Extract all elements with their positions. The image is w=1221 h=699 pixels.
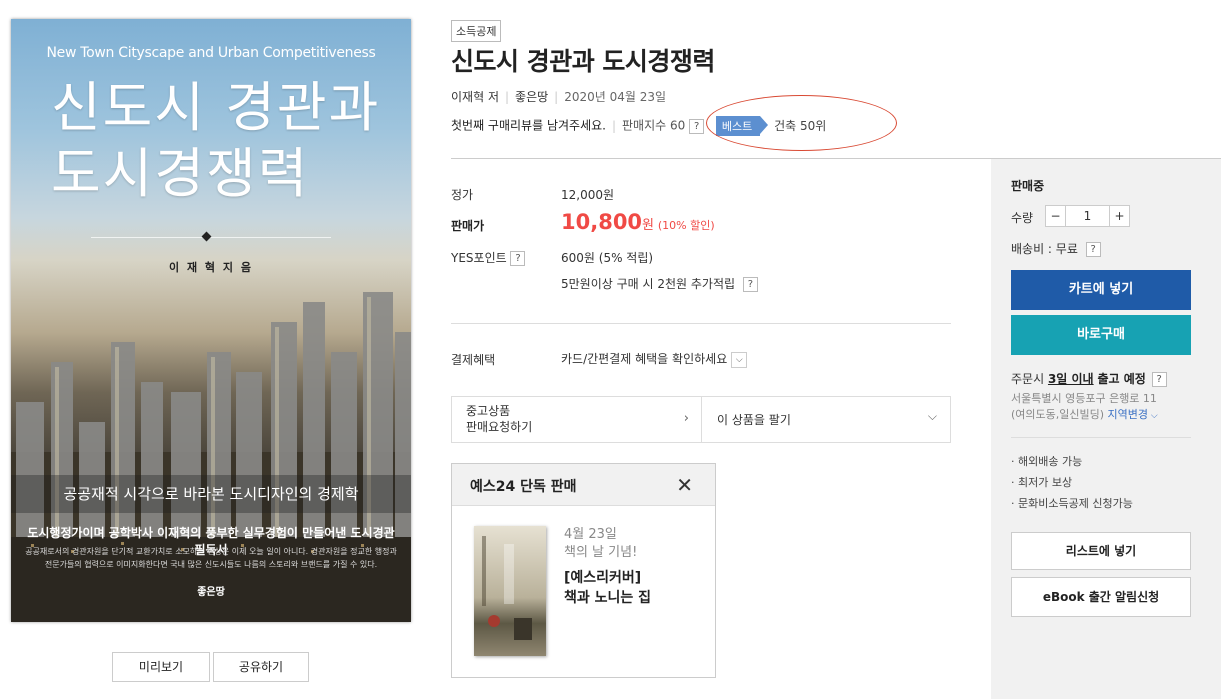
sell-item-text: 이 상품을 팔기 <box>717 413 791 427</box>
feature-item: · 해외배송 가능 <box>1011 455 1083 468</box>
address-line1: 서울특별시 영등포구 은행로 11 <box>1011 392 1157 405</box>
chevron-down-icon: ⌵ <box>927 409 937 423</box>
feature-item: · 최저가 보상 <box>1011 476 1073 489</box>
sale-price: 10,800원 (10% 할인) <box>561 210 715 234</box>
delivery-estimate: 주문시 3일 이내 출고 예정 ? <box>1011 370 1191 387</box>
book-cover-image[interactable]: New Town Cityscape and Urban Competitive… <box>11 19 411 622</box>
publish-date: 2020년 04월 23일 <box>564 90 667 104</box>
city-skyline-illustration <box>11 292 411 622</box>
shipping-fee-text: 배송비 : 무료 <box>1011 242 1078 256</box>
add-to-list-button[interactable]: 리스트에 넣기 <box>1011 532 1191 570</box>
quantity-minus-button[interactable]: − <box>1046 206 1066 226</box>
points-value: 600원 (5% 적립) <box>561 251 654 265</box>
cover-author: 이 재 혁 지 음 <box>169 261 253 274</box>
highlight-annotation-oval <box>706 95 897 151</box>
preview-button[interactable]: 미리보기 <box>112 652 210 682</box>
shipping-help-icon[interactable]: ? <box>1085 242 1101 257</box>
used-goods-box: 중고상품 판매요청하기 › 이 상품을 팔기 ⌵ <box>451 396 951 443</box>
panel-divider <box>1011 437 1191 438</box>
product-title: 신도시 경관과 도시경쟁력 <box>451 47 715 76</box>
review-prompt-link[interactable]: 첫번째 구매리뷰를 남겨주세요. <box>451 119 606 133</box>
close-icon[interactable]: ✕ <box>676 475 693 495</box>
purchase-panel: 판매중 수량 − 1 + 배송비 : 무료 ? 카트에 넣기 바로구매 주문시 … <box>991 158 1221 699</box>
author-link[interactable]: 이재혁 <box>451 90 484 104</box>
list-price-value: 12,000원 <box>561 188 615 202</box>
share-button[interactable]: 공유하기 <box>213 652 309 682</box>
chevron-right-icon: › <box>683 411 689 426</box>
payment-benefit[interactable]: 카드/간편결제 혜택을 확인하세요 ⌵ <box>561 350 748 368</box>
exclusive-sale-box: 예스24 단독 판매 ✕ 4월 23일 책의 날 기념! [예스리커버] 책과 … <box>451 463 716 678</box>
points-extra-help-icon[interactable]: ? <box>742 277 758 292</box>
cover-diamond-ornament <box>201 231 212 242</box>
buy-now-button[interactable]: 바로구매 <box>1011 315 1191 355</box>
shipping-fee: 배송비 : 무료 ? <box>1011 240 1191 257</box>
points-extra: 5만원이상 구매 시 2천원 추가적립 ? <box>561 275 758 292</box>
cover-blurb: 공공재로서의 경관자원을 단기적 교환가치로 소모하는 현상은 이제 오늘 일이… <box>25 547 397 569</box>
points-label-text: YES포인트 <box>451 251 507 265</box>
recover-book-thumbnail[interactable] <box>474 526 546 656</box>
sale-status: 판매중 <box>1011 179 1045 193</box>
payment-benefit-text: 카드/간편결제 혜택을 확인하세요 <box>561 352 728 366</box>
list-price-label: 정가 <box>451 188 474 202</box>
exclusive-item-line2: 책과 노니는 집 <box>564 590 652 606</box>
exclusive-item-link[interactable]: [예스리커버] 책과 노니는 집 <box>564 568 651 608</box>
order-days: 3일 이내 <box>1047 372 1094 386</box>
delivery-address: 서울특별시 영등포구 은행로 11 (여의도동,일신빌딩) 지역변경 ⌵ <box>1011 391 1191 424</box>
order-prefix: 주문시 <box>1011 372 1045 386</box>
sale-price-won: 원 <box>642 218 655 233</box>
cover-publisher: 좋은땅 <box>197 587 225 598</box>
sell-this-item-button[interactable]: 이 상품을 팔기 ⌵ <box>703 397 951 442</box>
exclusive-header: 예스24 단독 판매 ✕ <box>452 464 715 506</box>
feature-item: · 문화비소득공제 신청가능 <box>1011 497 1133 510</box>
cover-title-line2: 도시경쟁력 <box>51 142 310 205</box>
feature-list: · 해외배송 가능 · 최저가 보상 · 문화비소득공제 신청가능 <box>1011 451 1191 514</box>
sale-price-amount: 10,800 <box>561 210 643 234</box>
exclusive-heading: 예스24 단독 판매 <box>470 479 577 495</box>
cover-title-line1: 신도시 경관과 <box>51 76 381 139</box>
cover-korean-title: 신도시 경관과 도시경쟁력 <box>51 75 380 207</box>
exclusive-date: 4월 23일 책의 날 기념! <box>564 526 637 562</box>
payment-benefit-label: 결제혜택 <box>451 353 496 367</box>
exclusive-date-line1: 4월 23일 <box>564 527 617 542</box>
sales-index-help-icon[interactable]: ? <box>689 118 705 134</box>
quantity-stepper: − 1 + <box>1045 205 1130 227</box>
sale-price-label: 판매가 <box>451 219 485 233</box>
quantity-plus-button[interactable]: + <box>1109 206 1129 226</box>
recover-book-art <box>482 536 532 640</box>
delivery-help-icon[interactable]: ? <box>1151 372 1167 387</box>
region-change-link[interactable]: 지역변경 <box>1108 408 1148 421</box>
used-line1: 중고상품 <box>466 404 511 418</box>
points-label: YES포인트 ? <box>451 249 526 266</box>
sales-index: 판매지수 60 <box>622 118 686 133</box>
chevron-down-icon[interactable]: ⌵ <box>731 351 748 368</box>
order-suffix: 출고 예정 <box>1097 372 1146 386</box>
exclusive-item-line1: [예스리커버] <box>564 570 642 586</box>
used-sell-request-button[interactable]: 중고상품 판매요청하기 › <box>452 397 702 442</box>
cover-english-title: New Town Cityscape and Urban Competitive… <box>46 45 376 61</box>
income-deduction-tag: 소득공제 <box>451 20 502 42</box>
cover-divider <box>91 237 331 238</box>
add-to-cart-button[interactable]: 카트에 넣기 <box>1011 270 1191 310</box>
product-meta: 이재혁 저 | 좋은땅 | 2020년 04월 23일 <box>451 90 667 104</box>
discount-rate: (10% 할인) <box>657 219 715 232</box>
used-line2: 판매요청하기 <box>466 420 533 434</box>
cover-banner: 공공재적 시각으로 바라본 도시디자인의 경제학 <box>11 475 411 513</box>
points-extra-text: 5만원이상 구매 시 2천원 추가적립 <box>561 277 736 291</box>
pricing-divider <box>451 323 951 324</box>
quantity-input[interactable]: 1 <box>1066 206 1109 226</box>
chevron-down-icon: ⌵ <box>1148 411 1158 421</box>
section-divider-top <box>451 158 991 159</box>
author-role: 저 <box>487 90 499 104</box>
address-line2: (여의도동,일신빌딩) <box>1011 408 1105 421</box>
points-help-icon[interactable]: ? <box>510 251 526 266</box>
publisher-link[interactable]: 좋은땅 <box>515 90 548 104</box>
ebook-alert-button[interactable]: eBook 출간 알림신청 <box>1011 577 1191 617</box>
exclusive-date-line2: 책의 날 기념! <box>564 545 638 560</box>
